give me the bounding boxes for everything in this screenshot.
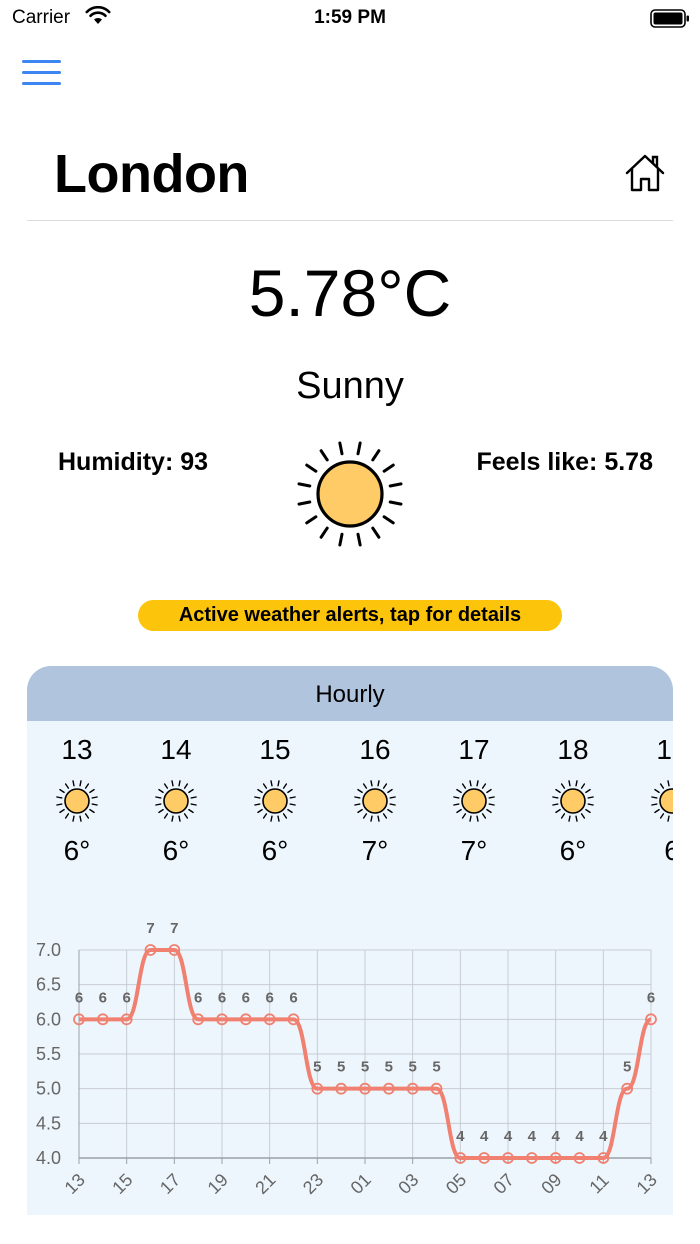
data-label: 6	[242, 989, 250, 1006]
x-tick-label: 07	[490, 1170, 518, 1198]
data-label: 4	[575, 1128, 584, 1145]
data-label: 4	[504, 1128, 513, 1145]
clock: 1:59 PM	[314, 7, 386, 28]
data-label: 5	[337, 1059, 345, 1076]
x-tick-label: 17	[156, 1170, 184, 1198]
data-label: 5	[385, 1059, 393, 1076]
x-tick-label: 11	[585, 1170, 612, 1197]
data-label: 4	[480, 1128, 489, 1145]
data-label: 7	[146, 920, 154, 937]
data-label: 4	[551, 1128, 560, 1145]
status-bar: Carrier 1:59 PM	[0, 0, 700, 36]
data-label: 6	[265, 989, 273, 1006]
data-label: 6	[194, 989, 202, 1006]
data-label: 5	[408, 1059, 416, 1076]
data-label: 6	[99, 989, 107, 1006]
data-label: 6	[218, 989, 226, 1006]
x-tick-label: 19	[204, 1170, 232, 1198]
y-tick-label: 5.0	[36, 1079, 61, 1099]
y-tick-label: 5.5	[36, 1044, 61, 1064]
x-tick-label: 13	[61, 1170, 89, 1198]
weather-alert-button[interactable]: Active weather alerts, tap for details	[138, 600, 562, 631]
data-label: 4	[528, 1128, 537, 1145]
data-label: 5	[361, 1059, 369, 1076]
feels-like-label: Feels like: 5.78	[476, 448, 653, 476]
data-label: 7	[170, 920, 178, 937]
hourly-temperature-chart: 4.0 4.5 5.0 5.5 6.0 6.5 7.0 13 15 17 19 21 23 01 03 05 0…	[36, 920, 661, 1198]
x-tick-label: 09	[537, 1170, 565, 1198]
current-condition: Sunny	[296, 365, 404, 407]
data-label: 6	[122, 989, 130, 1006]
menu-icon[interactable]	[22, 58, 62, 88]
x-tick-label: 21	[251, 1170, 279, 1198]
x-tick-label: 05	[442, 1170, 470, 1198]
y-tick-label: 4.0	[36, 1148, 61, 1168]
y-tick-label: 6.5	[36, 975, 61, 995]
sun-icon	[296, 440, 404, 548]
hourly-panel: Hourly 13 6° 14 6° 15 6° 16 7° 17 7° 18 …	[27, 666, 673, 1215]
header-divider	[27, 220, 673, 221]
y-tick-label: 4.5	[36, 1113, 61, 1133]
x-tick-label: 03	[394, 1170, 422, 1198]
x-tick-label: 13	[633, 1170, 661, 1198]
x-tick-label: 15	[108, 1170, 136, 1198]
y-tick-label: 7.0	[36, 940, 61, 960]
battery-icon	[650, 9, 690, 34]
data-label: 5	[432, 1059, 440, 1076]
x-tick-label: 01	[347, 1170, 375, 1198]
data-label: 6	[75, 989, 83, 1006]
data-label: 5	[623, 1059, 631, 1076]
y-tick-label: 6.0	[36, 1009, 61, 1029]
humidity-label: Humidity: 93	[58, 448, 209, 476]
home-icon[interactable]	[624, 152, 666, 194]
current-temperature: 5.78°C	[248, 256, 452, 330]
chart-grid	[78, 949, 652, 1164]
data-label: 5	[313, 1059, 321, 1076]
data-label: 6	[647, 989, 655, 1006]
data-label: 6	[289, 989, 297, 1006]
data-label: 4	[456, 1128, 465, 1145]
x-tick-label: 23	[299, 1170, 327, 1198]
city-title: London	[54, 144, 249, 204]
data-label: 4	[599, 1128, 608, 1145]
